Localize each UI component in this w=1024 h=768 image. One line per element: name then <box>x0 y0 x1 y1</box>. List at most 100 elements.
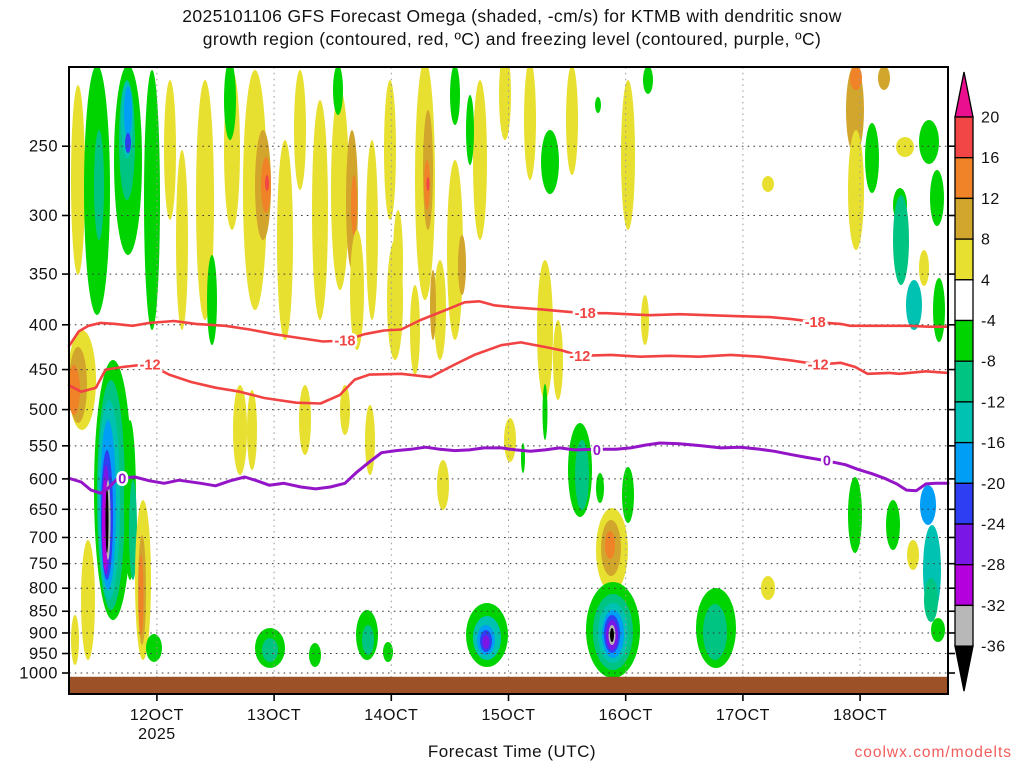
omega-shaded-region <box>466 95 474 165</box>
x-tick-label: 18OCT <box>833 707 887 724</box>
omega-cross-section-plot: -18 -18 -18 -12 -12 -12 0 0 0 250 300 350 400 450 500 5… <box>19 66 1006 743</box>
omega-shaded-region <box>207 255 217 345</box>
y-tick-label: 950 <box>29 645 58 663</box>
colorbar-label: -28 <box>981 557 1006 574</box>
colorbar-label: 20 <box>981 110 1000 127</box>
colorbar-segment <box>954 482 974 525</box>
omega-shaded-region <box>886 500 900 550</box>
omega-shaded-region <box>541 130 559 194</box>
omega-shaded-region <box>124 86 132 138</box>
colorbar-label: -4 <box>981 313 996 330</box>
y-tick-label: 250 <box>29 138 58 156</box>
y-tick-label: 450 <box>29 361 58 379</box>
omega-shaded-region <box>931 618 945 642</box>
ground-strip <box>69 676 948 694</box>
omega-shaded-region <box>521 443 525 473</box>
colorbar-segment <box>954 360 974 403</box>
omega-shaded-region <box>294 70 306 190</box>
omega-shaded-region <box>537 260 553 400</box>
omega-shaded-region <box>762 176 774 192</box>
omega-shaded-region <box>384 80 396 220</box>
x-tick-label: 13OCT <box>247 707 301 724</box>
colorbar-label: 8 <box>981 232 990 249</box>
omega-shaded-region <box>542 384 548 440</box>
omega-shaded-region <box>610 628 614 642</box>
colorbar-label: -8 <box>981 354 996 371</box>
omega-shaded-region <box>553 320 563 400</box>
y-tick-label: 1000 <box>19 665 58 683</box>
colorbar-segment <box>954 116 974 159</box>
omega-shaded-region <box>865 123 879 193</box>
omega-shaded-region <box>499 67 511 140</box>
x-tick-label: 15OCT <box>481 707 535 724</box>
y-tick-label: 500 <box>29 401 58 419</box>
omega-shaded-region <box>907 540 919 570</box>
contour-label-freezing-level-0: 0 <box>593 443 601 459</box>
omega-shaded-region <box>850 67 862 90</box>
omega-shaded-region <box>277 140 293 340</box>
omega-shaded-region <box>426 177 430 191</box>
colorbar-label: 4 <box>981 272 990 289</box>
omega-shaded-region <box>566 67 578 175</box>
omega-shaded-region <box>473 80 487 240</box>
contour-label-freezing-level-0: 0 <box>118 471 126 487</box>
y-tick-label: 600 <box>29 470 58 488</box>
omega-shaded-region <box>312 100 328 320</box>
contour-label-dendritic-minus12: -12 <box>808 357 829 373</box>
omega-shaded-region <box>146 634 162 662</box>
colorbar-label: -24 <box>981 517 1006 534</box>
omega-shaded-region <box>410 285 420 375</box>
colorbar-label: -16 <box>981 435 1006 452</box>
omega-shaded-region <box>703 604 727 660</box>
omega-shaded-region <box>125 133 131 153</box>
omega-shaded-region <box>71 615 79 665</box>
y-tick-label: 900 <box>29 624 58 642</box>
colorbar-segment <box>954 279 974 322</box>
y-tick-label: 800 <box>29 580 58 598</box>
omega-shaded-region <box>350 230 364 350</box>
omega-shaded-region <box>930 170 944 226</box>
x-tick-label: 14OCT <box>364 707 418 724</box>
omega-shaded-region <box>262 638 278 662</box>
omega-shaded-region <box>643 67 653 94</box>
omega-shaded-region <box>524 67 536 180</box>
colorbar-segment <box>954 523 974 566</box>
y-tick-label: 300 <box>29 207 58 225</box>
watermark-link[interactable]: coolwx.com/modelts <box>854 744 1012 762</box>
x-tick-label: 16OCT <box>599 707 653 724</box>
y-tick-label: 550 <box>29 437 58 455</box>
omega-shaded-region <box>437 460 449 510</box>
colorbar-segment <box>954 157 974 200</box>
colorbar-label: -32 <box>981 598 1006 615</box>
y-tick-label: 350 <box>29 266 58 284</box>
omega-shaded-region <box>848 130 864 250</box>
colorbar-segment <box>954 564 974 607</box>
omega-shaded-region <box>362 625 374 655</box>
omega-shaded-region <box>878 67 890 90</box>
omega-shaded-region <box>81 540 95 660</box>
contour-label-dendritic-minus12: -12 <box>140 357 161 373</box>
omega-shaded-region <box>893 195 909 285</box>
omega-shaded-region <box>333 67 343 115</box>
y-tick-label: 750 <box>29 555 58 573</box>
colorbar-label: -20 <box>981 476 1006 493</box>
colorbar-label: 12 <box>981 191 1000 208</box>
omega-shaded-region <box>906 280 922 330</box>
contour-label-freezing-level-0: 0 <box>823 454 831 470</box>
colorbar-segment <box>954 238 974 281</box>
omega-shaded-region <box>605 531 615 559</box>
x-axis-year-label: 2025 <box>138 726 176 743</box>
omega-shaded-region <box>621 80 635 230</box>
omega-shaded-region <box>71 85 85 275</box>
omega-shaded-region <box>105 487 109 553</box>
x-tick-label: 12OCT <box>130 707 184 724</box>
contour-label-dendritic-minus12: -12 <box>569 349 590 365</box>
omega-shaded-region <box>924 578 938 622</box>
omega-shaded-region <box>919 250 929 286</box>
omega-shaded-region <box>641 295 649 345</box>
omega-shaded-region <box>387 240 403 360</box>
omega-shaded-region <box>233 385 247 475</box>
omega-shaded-region <box>430 270 436 340</box>
colorbar-over-triangle <box>954 71 974 118</box>
omega-shaded-region <box>504 418 516 462</box>
